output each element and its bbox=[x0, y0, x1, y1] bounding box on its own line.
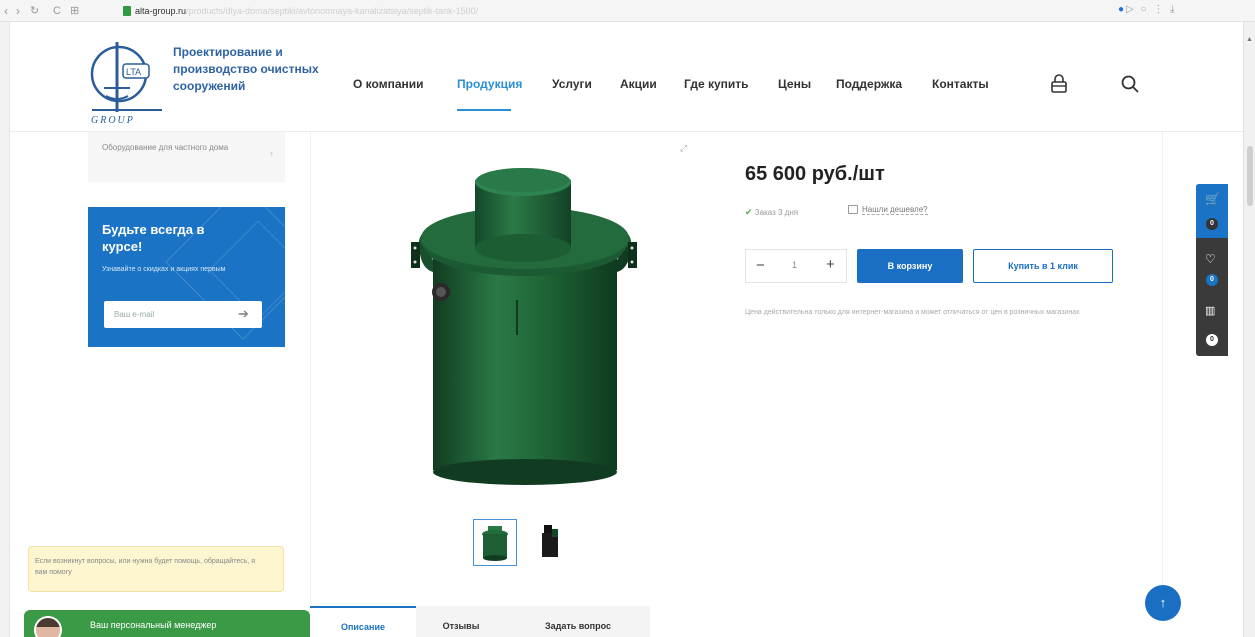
floating-side-panel: 🛒 0 ♡ 0 ▥ 0 bbox=[1196, 184, 1228, 356]
quantity-stepper: − 1 + bbox=[745, 249, 847, 283]
product-image[interactable] bbox=[395, 150, 655, 510]
product-thumbnail[interactable] bbox=[473, 519, 517, 566]
site-header: LTA GROUP Проектирование и производство … bbox=[10, 22, 1243, 132]
forward-icon[interactable]: › bbox=[16, 3, 20, 19]
svg-text:LTA: LTA bbox=[126, 67, 141, 77]
nav-where-to-buy[interactable]: Где купить bbox=[684, 76, 749, 92]
check-icon: ✔ bbox=[745, 207, 753, 217]
cart-count-badge: 0 bbox=[1206, 218, 1218, 230]
site-tagline[interactable]: Проектирование и производство очистных с… bbox=[173, 44, 343, 95]
browser-extension-icons[interactable]: ●▷ ○ ⋮ ⤓ bbox=[1118, 4, 1177, 15]
nav-services[interactable]: Услуги bbox=[552, 76, 592, 92]
reload-icon-2[interactable]: C bbox=[53, 3, 61, 19]
tab-reviews[interactable]: Отзывы bbox=[416, 606, 506, 637]
nav-about[interactable]: О компании bbox=[353, 76, 424, 92]
add-to-cart-button[interactable]: В корзину bbox=[857, 249, 963, 283]
tab-description[interactable]: Описание bbox=[310, 606, 416, 637]
stock-status-label: Заказ 3 дня bbox=[754, 208, 799, 217]
url-host: alta-group.ru bbox=[135, 6, 187, 16]
lock-bag-icon[interactable] bbox=[1049, 74, 1069, 94]
left-gutter bbox=[0, 22, 10, 637]
browser-toolbar: ‹ › ↻ C ⊞ alta-group.ru/products/dlya-do… bbox=[0, 0, 1255, 22]
found-cheaper-label: Нашли дешевле? bbox=[862, 205, 928, 215]
subscribe-title: Будьте всегда в курсе! bbox=[102, 222, 205, 254]
heart-icon[interactable]: ♡ bbox=[1205, 252, 1216, 266]
product-price: 65 600 руб./шт bbox=[745, 163, 885, 185]
logo-text: GROUP bbox=[91, 115, 135, 126]
scroll-to-top-button[interactable]: ↑ bbox=[1145, 585, 1181, 621]
wishlist-count-badge: 0 bbox=[1206, 274, 1218, 286]
scrollbar[interactable]: ▲ bbox=[1243, 22, 1255, 637]
page: ‹ › ↻ C ⊞ alta-group.ru/products/dlya-do… bbox=[0, 0, 1255, 637]
found-cheaper-link[interactable]: Нашли дешевле? bbox=[848, 205, 928, 215]
chat-tooltip: Если возникнут вопросы, или нужна будет … bbox=[28, 546, 284, 592]
divider bbox=[1162, 132, 1163, 602]
divider bbox=[310, 132, 311, 602]
personal-manager-bar[interactable]: Ваш персональный менеджер bbox=[24, 610, 310, 637]
stock-status: ✔ Заказ 3 дня bbox=[745, 207, 798, 218]
buy-one-click-button[interactable]: Купить в 1 клик bbox=[973, 249, 1113, 283]
catalog-menu-item-label: Оборудование для частного дома bbox=[102, 143, 229, 152]
calendar-icon bbox=[848, 205, 858, 215]
tabs-grid-icon[interactable]: ⊞ bbox=[70, 3, 79, 19]
quantity-value[interactable]: 1 bbox=[792, 260, 797, 270]
nav-products[interactable]: Продукция bbox=[457, 76, 522, 92]
minus-button[interactable]: − bbox=[756, 258, 765, 274]
search-icon[interactable] bbox=[1120, 74, 1140, 94]
product-tabs: Описание Отзывы Задать вопрос bbox=[310, 606, 650, 637]
cart-icon: 🛒 bbox=[1205, 192, 1220, 206]
nav-support[interactable]: Поддержка bbox=[836, 76, 902, 92]
address-bar[interactable]: alta-group.ru/products/dlya-doma/septiki… bbox=[135, 4, 478, 18]
catalog-menu-item[interactable]: Оборудование для частного дома › bbox=[102, 142, 273, 158]
zoom-icon[interactable]: ⤢ bbox=[680, 143, 687, 154]
product-thumbnail[interactable] bbox=[530, 519, 574, 566]
email-placeholder: Ваш e-mail bbox=[114, 310, 155, 319]
chat-tooltip-text: Если возникнут вопросы, или нужна будет … bbox=[35, 558, 256, 576]
avatar bbox=[34, 616, 62, 637]
tab-ask-question[interactable]: Задать вопрос bbox=[506, 606, 650, 637]
price-note: Цена действительна только для интернет-м… bbox=[745, 309, 1080, 316]
side-cart-button[interactable]: 🛒 0 bbox=[1196, 184, 1228, 238]
manager-label: Ваш персональный менеджер bbox=[90, 620, 217, 630]
plus-button[interactable]: + bbox=[826, 257, 835, 273]
reload-icon[interactable]: ↻ bbox=[30, 3, 39, 19]
back-icon[interactable]: ‹ bbox=[4, 3, 8, 19]
nav-active-underline bbox=[457, 109, 511, 111]
chevron-right-icon: › bbox=[270, 148, 273, 158]
subscribe-block: Будьте всегда в курсе! Узнавайте о скидк… bbox=[88, 207, 285, 347]
email-input[interactable]: Ваш e-mail ➔ bbox=[104, 301, 262, 328]
lock-icon bbox=[123, 6, 131, 16]
nav-promotions[interactable]: Акции bbox=[620, 76, 657, 92]
scroll-thumb[interactable] bbox=[1247, 146, 1253, 206]
subscribe-text: Узнавайте о скидках и акциях первым bbox=[102, 266, 226, 273]
arrow-up-icon: ↑ bbox=[1159, 595, 1167, 610]
compare-icon[interactable]: ▥ bbox=[1205, 304, 1215, 318]
compare-count-badge: 0 bbox=[1206, 334, 1218, 346]
catalog-menu-card: Оборудование для частного дома › bbox=[88, 132, 285, 182]
scroll-up-icon[interactable]: ▲ bbox=[1246, 36, 1253, 43]
nav-prices[interactable]: Цены bbox=[778, 76, 811, 92]
url-path: /products/dlya-doma/septiki/avtonomnaya-… bbox=[186, 6, 479, 16]
nav-contacts[interactable]: Контакты bbox=[932, 76, 989, 92]
arrow-right-icon[interactable]: ➔ bbox=[238, 306, 249, 322]
